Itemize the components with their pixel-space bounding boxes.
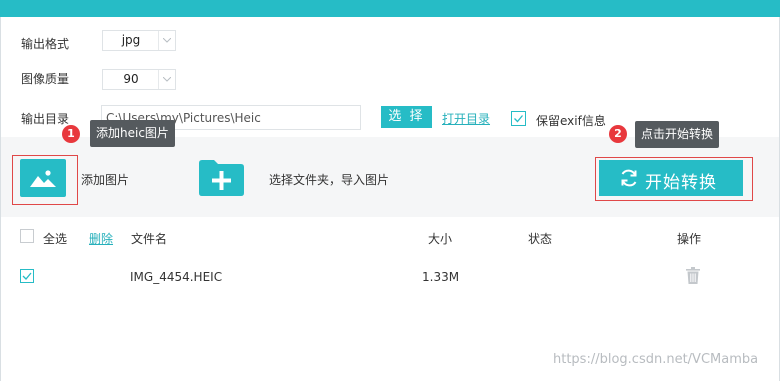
watermark: https://blog.csdn.net/VCMamba (553, 352, 759, 367)
title-bar (0, 0, 780, 17)
start-convert-label: 开始转换 (645, 173, 717, 193)
refresh-icon (621, 169, 637, 187)
col-size: 大小 (428, 232, 453, 246)
add-image-label[interactable]: 添加图片 (81, 171, 129, 188)
image-icon (30, 170, 56, 187)
delete-link[interactable]: 删除 (89, 230, 113, 247)
folder-add-icon (199, 160, 244, 196)
format-value: jpg (121, 33, 141, 47)
chevron-down-icon[interactable] (158, 70, 175, 89)
exif-label: 保留exif信息 (536, 114, 606, 128)
format-select[interactable]: jpg (102, 30, 176, 51)
select-all-checkbox[interactable] (20, 229, 34, 243)
col-action: 操作 (677, 232, 702, 246)
callout-tooltip-1: 添加heic图片 (90, 120, 175, 147)
quality-select[interactable]: 90 (102, 69, 176, 90)
quality-label: 图像质量 (21, 72, 70, 86)
trash-icon[interactable] (686, 267, 700, 287)
row-filename: IMG_4454.HEIC (130, 270, 223, 284)
format-label: 输出格式 (21, 37, 70, 51)
col-filename: 文件名 (131, 232, 168, 246)
choose-dir-button[interactable]: 选 择 (381, 106, 432, 128)
check-icon (22, 272, 32, 280)
open-dir-link[interactable]: 打开目录 (442, 110, 490, 127)
exif-checkbox[interactable] (511, 111, 526, 126)
check-icon (514, 115, 523, 123)
select-all-label: 全选 (43, 232, 68, 246)
row-checkbox[interactable] (20, 269, 34, 283)
add-image-button[interactable] (20, 159, 66, 197)
row-size: 1.33M (422, 270, 460, 284)
add-folder-button[interactable] (197, 159, 245, 197)
chevron-down-icon[interactable] (158, 31, 175, 50)
callout-tooltip-2: 点击开始转换 (635, 121, 720, 148)
callout-badge-1: 1 (62, 125, 80, 143)
dir-label: 输出目录 (21, 112, 70, 126)
quality-value: 90 (123, 72, 139, 86)
add-folder-label[interactable]: 选择文件夹，导入图片 (269, 171, 389, 188)
start-convert-button[interactable]: 开始转换 (599, 160, 743, 196)
callout-badge-2: 2 (609, 125, 627, 143)
col-status: 状态 (528, 232, 553, 246)
